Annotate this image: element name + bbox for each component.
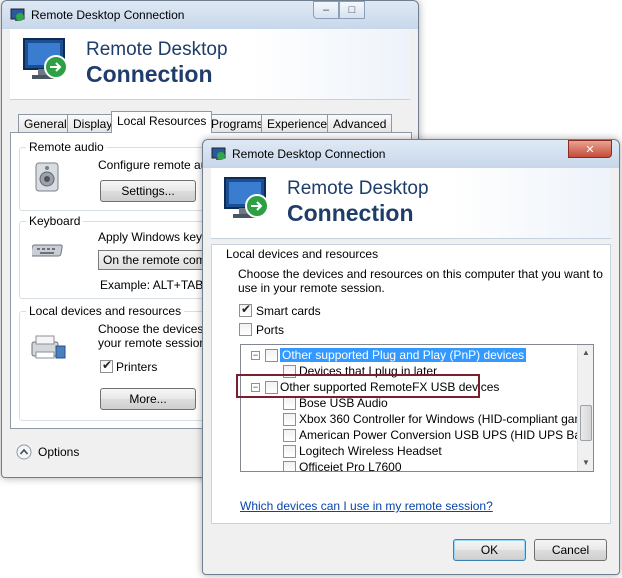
scroll-up-arrow[interactable]: ▲ xyxy=(578,345,593,361)
tab-experience[interactable]: Experience xyxy=(261,114,334,133)
ok-button[interactable]: OK xyxy=(453,539,526,561)
pnp-checkbox[interactable] xyxy=(265,349,278,362)
scroll-thumb[interactable] xyxy=(580,405,592,441)
audio-settings-button[interactable]: Settings... xyxy=(100,180,196,202)
device-label-apc-ups: American Power Conversion USB UPS (HID U… xyxy=(299,428,594,442)
back-window-title: Remote Desktop Connection xyxy=(31,8,185,22)
printers-label: Printers xyxy=(116,360,158,374)
tree-scrollbar[interactable]: ▲ ▼ xyxy=(577,345,593,471)
pnp-expander[interactable]: − xyxy=(251,351,260,360)
pnp-label[interactable]: Other supported Plug and Play (PnP) devi… xyxy=(280,348,527,362)
devices-tree[interactable]: − Other supported Plug and Play (PnP) de… xyxy=(240,344,594,472)
options-label: Options xyxy=(38,445,80,459)
local-devices-title: Local devices and resources xyxy=(26,304,185,318)
chevron-up-icon xyxy=(16,444,32,460)
close-button[interactable]: ✕ xyxy=(568,140,612,158)
rdc-logo-icon xyxy=(23,38,68,79)
device-label-officejet: Officejet Pro L7600 xyxy=(299,460,402,472)
rdc-app-icon xyxy=(211,147,226,160)
ports-label: Ports xyxy=(256,323,285,337)
device-checkbox-apc-ups[interactable] xyxy=(283,429,296,442)
tab-general[interactable]: General xyxy=(18,114,73,133)
local-devices-description-2: your remote session. xyxy=(98,336,210,350)
smart-cards-checkbox[interactable] xyxy=(239,302,252,317)
front-banner: Remote Desktop Connection xyxy=(211,168,611,239)
scroll-down-arrow[interactable]: ▼ xyxy=(578,455,593,471)
speaker-icon xyxy=(35,162,59,192)
local-devices-panel: Local devices and resources Choose the d… xyxy=(211,244,611,524)
minimize-button[interactable]: – xyxy=(313,1,339,19)
rdc-logo-icon xyxy=(224,177,269,218)
remote-audio-title: Remote audio xyxy=(26,140,107,154)
banner-title-line2: Connection xyxy=(86,61,213,87)
local-devices-description-2: use in your remote session. xyxy=(238,281,385,295)
back-banner: Remote Desktop Connection xyxy=(10,29,410,100)
printers-checkbox[interactable] xyxy=(100,358,113,373)
front-titlebar[interactable]: Remote Desktop Connection ✕ xyxy=(203,140,619,168)
help-link[interactable]: Which devices can I use in my remote ses… xyxy=(240,499,493,513)
smart-cards-label: Smart cards xyxy=(256,304,321,318)
devices-icon xyxy=(31,335,66,359)
keyboard-example: Example: ALT+TAB xyxy=(100,278,204,292)
ports-checkbox[interactable] xyxy=(239,323,252,336)
banner-title-line2: Connection xyxy=(287,200,414,226)
more-button[interactable]: More... xyxy=(100,388,196,410)
cancel-button[interactable]: Cancel xyxy=(534,539,607,561)
device-label-xbox: Xbox 360 Controller for Windows (HID-com… xyxy=(299,412,594,426)
keyboard-icon xyxy=(32,244,63,257)
device-checkbox-officejet[interactable] xyxy=(283,461,296,471)
tab-programs[interactable]: Programs xyxy=(205,114,270,133)
device-checkbox-xbox[interactable] xyxy=(283,413,296,426)
local-devices-group-title: Local devices and resources xyxy=(226,247,379,261)
banner-title-line1: Remote Desktop xyxy=(287,178,429,199)
device-label-logitech: Logitech Wireless Headset xyxy=(299,444,442,458)
tab-advanced[interactable]: Advanced xyxy=(327,114,393,133)
maximize-button[interactable]: □ xyxy=(339,1,365,19)
rdc-app-icon xyxy=(10,8,25,21)
remotefx-highlight-box xyxy=(236,374,480,398)
banner-title-line1: Remote Desktop xyxy=(86,39,228,60)
close-icon: ✕ xyxy=(585,143,595,156)
back-titlebar[interactable]: Remote Desktop Connection – □ xyxy=(2,1,418,29)
device-checkbox-bose[interactable] xyxy=(283,397,296,410)
local-devices-description-1: Choose the devices and resources on this… xyxy=(238,267,603,281)
tab-local-resources[interactable]: Local Resources xyxy=(111,111,213,133)
front-window: Remote Desktop Connection ✕ Remote Deskt… xyxy=(202,139,620,575)
device-checkbox-logitech[interactable] xyxy=(283,445,296,458)
keyboard-title: Keyboard xyxy=(26,214,84,228)
device-label-bose: Bose USB Audio xyxy=(299,396,388,410)
front-window-title: Remote Desktop Connection xyxy=(232,147,386,161)
